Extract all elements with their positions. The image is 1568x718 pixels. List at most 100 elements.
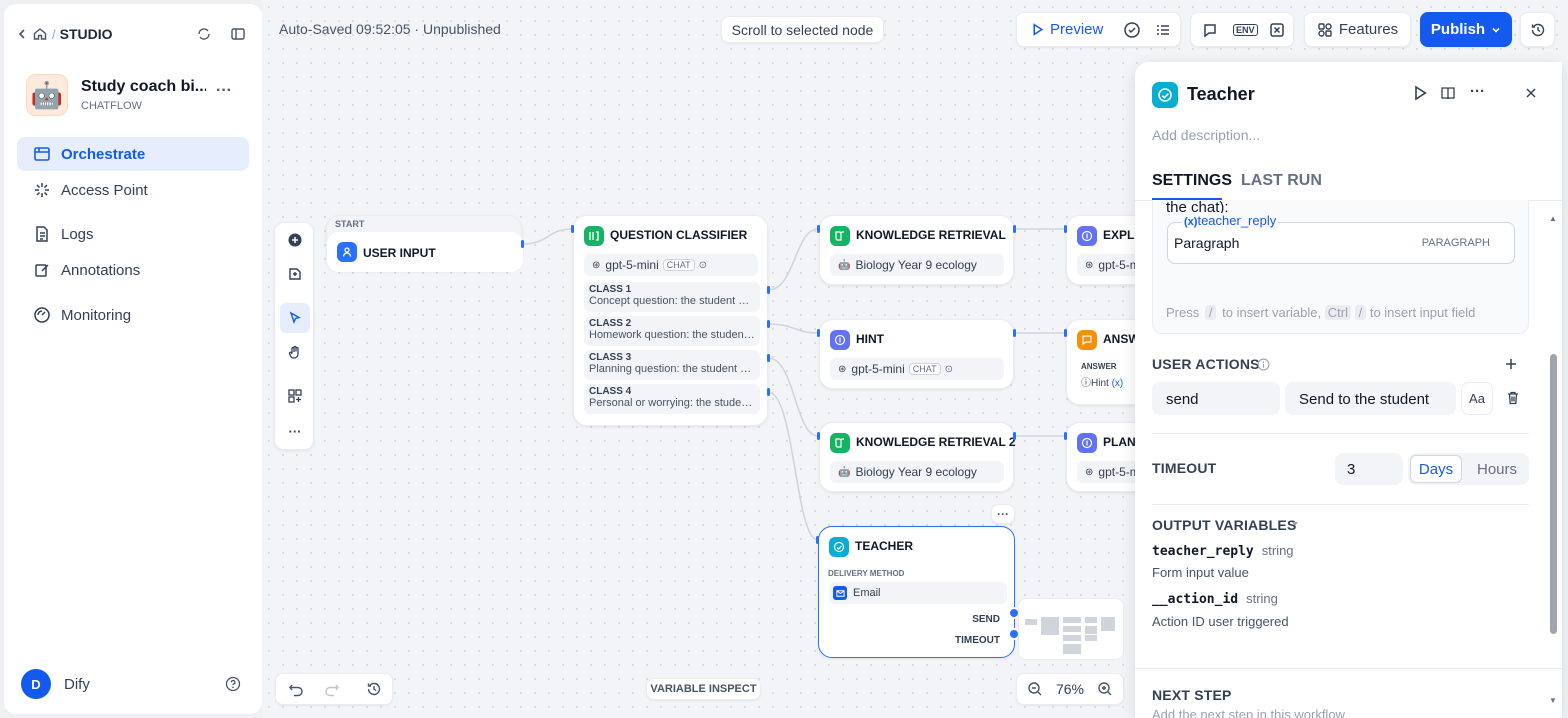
scroll-down-icon[interactable]: ▼ <box>1549 696 1557 705</box>
llm-small-icon: ⓘ <box>1081 378 1091 389</box>
node-title: TEACHER <box>855 539 914 553</box>
history-icon[interactable] <box>366 681 382 697</box>
node-handle[interactable] <box>767 388 770 396</box>
unit-hours[interactable]: Hours <box>1468 455 1526 483</box>
class-name: CLASS 3 <box>589 352 632 363</box>
node-knowledge-retrieval[interactable]: KNOWLEDGE RETRIEVAL 🤖 Biology Year 9 ecol… <box>819 215 1014 285</box>
node-title: HINT <box>856 332 884 346</box>
close-icon[interactable] <box>1523 85 1539 101</box>
node-teacher[interactable]: TEACHER DELIVERY METHOD Email SEND TIMEO… <box>818 526 1015 658</box>
node-handle[interactable] <box>1013 432 1016 440</box>
node-more-icon[interactable]: ··· <box>991 504 1015 524</box>
action-id-input[interactable]: send <box>1152 382 1280 415</box>
node-handle[interactable] <box>767 286 770 294</box>
edge <box>767 323 819 334</box>
action-text-input[interactable]: Send to the student <box>1285 382 1456 415</box>
model-name: gpt-5-m <box>1098 465 1140 479</box>
zoom-in-icon[interactable] <box>1097 681 1113 697</box>
node-question-classifier[interactable]: QUESTION CLASSIFIER ⊛ gpt-5-mini CHAT ⊙ … <box>573 215 768 426</box>
node-label: START <box>335 219 365 229</box>
divider <box>1152 504 1529 505</box>
timeout-title: TIMEOUT <box>1152 460 1217 476</box>
node-handle[interactable] <box>817 432 820 440</box>
undo-redo-group <box>275 673 393 705</box>
hint-text: to insert input field <box>1369 305 1476 320</box>
node-handle[interactable] <box>817 329 820 337</box>
node-handle[interactable] <box>1013 329 1016 337</box>
run-node-icon[interactable] <box>1412 85 1428 101</box>
add-action-icon[interactable] <box>1503 356 1519 372</box>
class-item: CLASS 1Concept question: the student wan… <box>584 282 760 312</box>
answer-label: ANSWER <box>1081 362 1117 371</box>
input-field-block[interactable]: (x)teacher_reply Paragraph PARAGRAPH <box>1167 213 1515 264</box>
variable-icon: (x) <box>1184 216 1198 228</box>
class-desc: Concept question: the student wants to u… <box>589 295 755 307</box>
answer-icon <box>1077 330 1097 350</box>
scroll-up-icon[interactable]: ▲ <box>1549 214 1557 223</box>
timeout-input[interactable]: 3 <box>1335 453 1403 485</box>
node-title: USER INPUT <box>363 246 436 260</box>
docs-icon[interactable] <box>1440 85 1456 101</box>
field-type: PARAGRAPH <box>1421 237 1490 249</box>
output-variables-title[interactable]: OUTPUT VARIABLES <box>1152 517 1297 533</box>
divider <box>1135 668 1562 669</box>
hint-text: to insert variable, <box>1222 305 1322 320</box>
description-input[interactable]: Add description... <box>1152 127 1260 143</box>
llm-icon <box>1077 226 1097 246</box>
node-handle[interactable] <box>767 320 770 328</box>
node-handle[interactable] <box>1064 432 1067 440</box>
openai-icon: ⊛ <box>592 259 601 271</box>
variable-inspect-button[interactable]: VARIABLE INSPECT <box>646 678 761 700</box>
hint-key: / <box>1204 305 1217 320</box>
zoom-out-icon[interactable] <box>1027 681 1043 697</box>
zoom-level[interactable]: 76% <box>1056 681 1084 697</box>
llm-icon <box>1077 433 1097 453</box>
edge <box>767 228 819 291</box>
human-input-icon <box>829 537 849 557</box>
button-style-icon[interactable]: Aa <box>1461 382 1493 415</box>
hint-key: Ctrl <box>1324 305 1351 320</box>
unit-days[interactable]: Days <box>1410 455 1462 483</box>
node-handle[interactable] <box>1064 225 1067 233</box>
variable-icon: (x) <box>1111 378 1124 389</box>
node-title: KNOWLEDGE RETRIEVAL 2 <box>856 435 1016 449</box>
node-start[interactable]: START USER INPUT <box>326 215 523 272</box>
node-handle[interactable] <box>1064 329 1067 337</box>
edge <box>522 228 573 245</box>
node-handle[interactable] <box>521 240 524 248</box>
hint-text: Press <box>1166 305 1200 320</box>
undo-icon[interactable] <box>288 681 304 697</box>
trash-icon[interactable] <box>1505 390 1521 406</box>
output-send: SEND <box>972 614 1000 625</box>
output-timeout: TIMEOUT <box>955 635 1000 646</box>
tab-settings[interactable]: SETTINGS <box>1152 172 1232 190</box>
node-title: KNOWLEDGE RETRIEVAL <box>856 228 1006 242</box>
dataset-icon: 🤖 <box>838 259 851 271</box>
model-name: gpt-5-m <box>1098 258 1140 272</box>
class-desc: Planning question: the student asks abou… <box>589 363 755 375</box>
panel-title[interactable]: Teacher <box>1187 84 1255 105</box>
node-knowledge-retrieval-2[interactable]: KNOWLEDGE RETRIEVAL 2 🤖 Biology Year 9 ec… <box>819 422 1016 492</box>
model-tag: CHAT <box>908 363 941 375</box>
class-item: CLASS 4 Personal or worrying: the student… <box>584 384 760 414</box>
more-icon[interactable]: ··· <box>1470 83 1485 100</box>
minimap-graphic <box>1025 617 1115 654</box>
node-handle[interactable] <box>571 225 574 233</box>
form-content-editor[interactable]: the chat): (x)teacher_reply Paragraph PA… <box>1152 199 1529 334</box>
node-hint[interactable]: HINT ⊛ gpt-5-mini CHAT ⊙ <box>819 319 1014 389</box>
node-handle[interactable] <box>767 354 770 362</box>
tab-last-run[interactable]: LAST RUN <box>1241 172 1322 190</box>
delivery-method-label: DELIVERY METHOD <box>828 569 905 578</box>
caret-down-icon[interactable] <box>1291 520 1299 528</box>
scrollbar-thumb[interactable] <box>1550 354 1557 634</box>
hint-key: / <box>1354 305 1367 320</box>
book-icon <box>830 226 850 246</box>
redo-icon[interactable] <box>324 681 340 697</box>
panel-scrollbar[interactable]: ▲ ▼ <box>1549 212 1557 712</box>
node-handle[interactable] <box>1013 225 1016 233</box>
output-var-name: __action_id <box>1152 592 1239 607</box>
output-var-type: string <box>1261 543 1294 558</box>
node-handle[interactable] <box>816 536 819 544</box>
minimap[interactable] <box>1018 598 1124 660</box>
node-handle[interactable] <box>817 225 820 233</box>
